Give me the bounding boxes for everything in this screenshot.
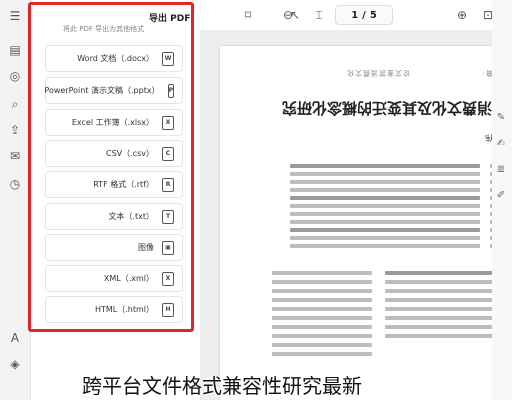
format-label: CSV（.csv） <box>106 149 154 158</box>
current-page: 1 <box>351 9 359 21</box>
translate-icon[interactable]: A <box>7 330 23 346</box>
text-line <box>290 172 480 176</box>
text-line <box>290 212 480 216</box>
text-line <box>290 220 480 224</box>
text-line <box>385 271 495 275</box>
text-line <box>290 228 480 232</box>
text-line <box>290 180 480 184</box>
export-image-option[interactable]: 图像 ▣ <box>45 234 183 261</box>
ppt-file-icon: P <box>167 83 174 98</box>
text-line <box>272 307 372 311</box>
xml-file-icon: X <box>162 271 174 286</box>
text-line <box>290 188 480 192</box>
text-line <box>272 271 372 275</box>
zoom-in-icon[interactable]: ⊕ <box>454 7 470 23</box>
export-powerpoint-option[interactable]: PowerPoint 演示文稿（.pptx） P <box>44 77 183 104</box>
text-line <box>272 316 372 320</box>
page-separator: / <box>362 9 366 21</box>
format-label: Word 文档（.docx） <box>77 54 154 63</box>
text-line <box>290 196 480 200</box>
text-line <box>385 298 495 302</box>
share-icon[interactable]: ⇪ <box>7 122 23 138</box>
word-file-icon: W <box>162 51 174 66</box>
layers-icon[interactable]: ≣ <box>494 162 508 176</box>
pointer-icon[interactable]: ↖ <box>287 7 303 23</box>
export-csv-option[interactable]: CSV（.csv） C <box>45 140 183 167</box>
format-label: HTML（.html） <box>94 305 154 314</box>
ai-assistant-icon[interactable]: ◈ <box>7 356 23 372</box>
right-toolbar: ✎ ✍ ≣ ✐ <box>492 0 512 400</box>
text-line <box>385 325 495 329</box>
format-label: 图像 <box>138 243 154 252</box>
document-title: 消费文化及其变迁的概念化研究 <box>282 99 493 117</box>
text-line <box>385 334 495 338</box>
excel-file-icon: X <box>162 115 174 130</box>
format-label: XML（.xml） <box>103 274 154 283</box>
document-page: 论文鉴赏消费文化 · 本刊稿 · 消费文化及其变迁的概念化研究 ·伟 <box>220 46 510 400</box>
csv-file-icon: C <box>162 146 174 161</box>
image-caption: 跨平台文件格式兼容性研究最新 <box>82 374 362 398</box>
scan-icon[interactable]: ◎ <box>7 68 23 84</box>
format-label: Excel 工作簿（.xlsx） <box>71 118 154 127</box>
text-line <box>272 298 372 302</box>
panel-header: 导出 PDF 将此 PDF 导出为其他格式 <box>43 9 190 39</box>
format-label: RTF 格式（.rtf） <box>93 180 154 189</box>
html-file-icon: H <box>162 302 174 317</box>
export-xml-option[interactable]: XML（.xml） X <box>45 265 183 292</box>
sidebar-toggle-icon[interactable]: ☰ <box>7 8 23 24</box>
format-label: PowerPoint 演示文稿（.pptx） <box>44 86 160 95</box>
search-document-icon[interactable]: ⌕ <box>7 96 23 112</box>
text-line <box>272 280 372 284</box>
image-file-icon: ▣ <box>162 240 174 255</box>
left-rail: ☰ ▤ ◎ ⌕ ⇪ ✉ ◷ A ◈ <box>0 0 31 400</box>
export-txt-option[interactable]: 文本（.txt） T <box>45 203 183 230</box>
text-line <box>385 307 495 311</box>
export-rtf-option[interactable]: RTF 格式（.rtf） R <box>45 171 183 198</box>
total-pages: 5 <box>369 9 377 21</box>
comment-icon[interactable]: ✎ <box>494 110 508 124</box>
panel-title: 导出 PDF <box>149 14 191 24</box>
text-line <box>272 289 372 293</box>
bookmark-icon[interactable]: ⌑ <box>240 7 256 23</box>
export-excel-option[interactable]: Excel 工作簿（.xlsx） X <box>45 109 183 136</box>
txt-file-icon: T <box>162 209 174 224</box>
text-line <box>385 289 495 293</box>
export-word-option[interactable]: Word 文档（.docx） W <box>45 45 183 72</box>
rtf-file-icon: R <box>162 177 174 192</box>
cursor-icon[interactable]: ⌶ <box>311 7 327 23</box>
history-icon[interactable]: ◷ <box>7 176 23 192</box>
export-pdf-panel: 导出 PDF 将此 PDF 导出为其他格式 Word 文档（.docx） W P… <box>28 2 194 332</box>
export-html-option[interactable]: HTML（.html） H <box>45 296 183 323</box>
text-line <box>290 164 480 168</box>
signature-icon[interactable]: ✍ <box>494 136 508 150</box>
panel-subtitle: 将此 PDF 导出为其他格式 <box>63 25 145 33</box>
text-line <box>290 204 480 208</box>
text-line <box>272 343 372 347</box>
text-line <box>385 316 495 320</box>
print-icon[interactable]: ▤ <box>7 42 23 58</box>
edit-icon[interactable]: ✐ <box>494 188 508 202</box>
page-counter[interactable]: 1 / 5 <box>335 5 393 25</box>
running-header: 论文鉴赏消费文化 <box>346 69 410 77</box>
text-line <box>290 236 480 240</box>
text-line <box>272 352 372 356</box>
text-line <box>385 280 495 284</box>
text-line <box>290 244 480 248</box>
format-label: 文本（.txt） <box>108 212 154 221</box>
text-line <box>272 334 372 338</box>
mail-icon[interactable]: ✉ <box>7 148 23 164</box>
text-line <box>272 325 372 329</box>
